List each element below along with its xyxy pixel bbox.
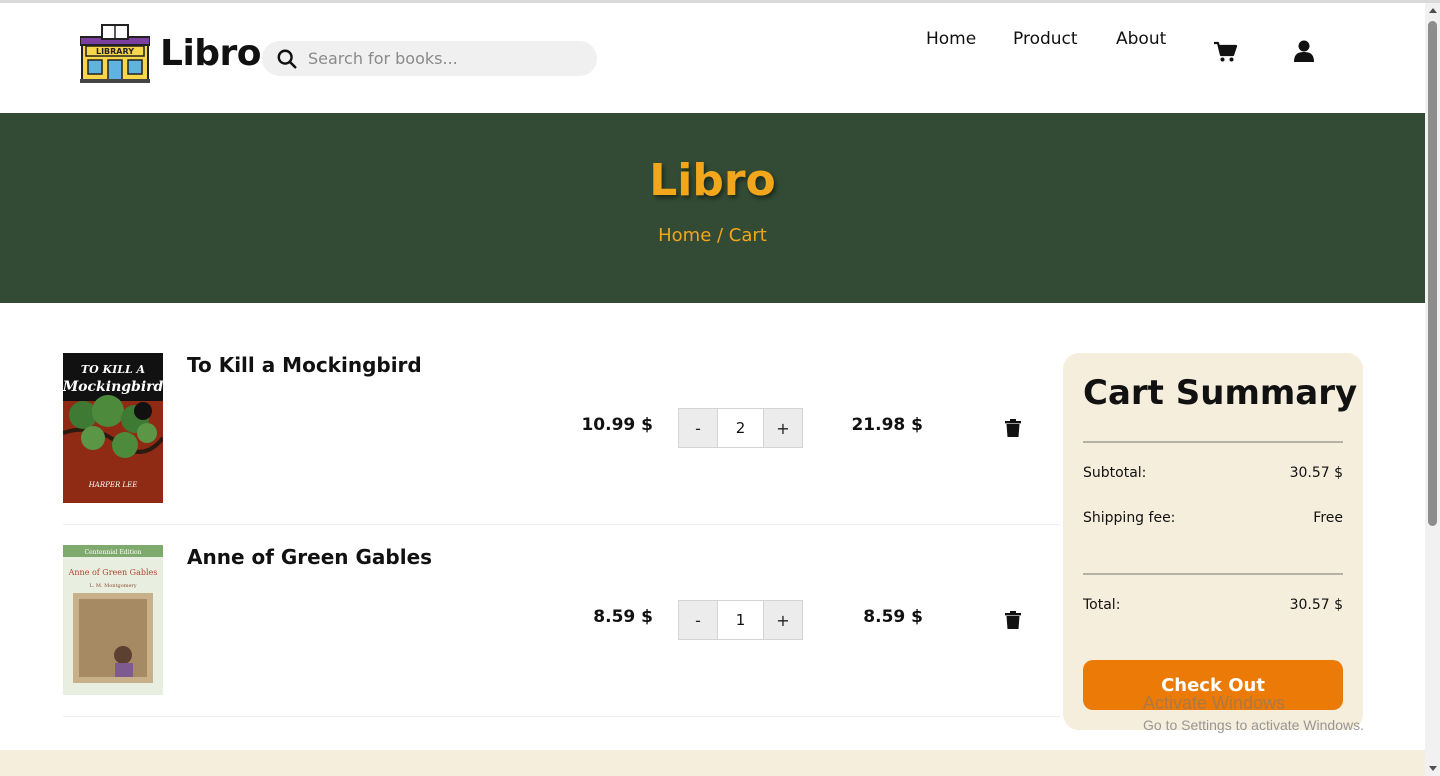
activation-watermark-subtitle: Go to Settings to activate Windows. — [1143, 717, 1364, 733]
total-value: 30.57 $ — [1289, 597, 1343, 613]
nav-about[interactable]: About — [1116, 29, 1166, 49]
search-bar[interactable] — [262, 41, 597, 76]
trash-icon[interactable] — [1005, 419, 1021, 437]
cart-icon[interactable] — [1213, 41, 1237, 63]
user-icon[interactable] — [1294, 40, 1314, 62]
logo-text: Libro — [160, 32, 262, 74]
cover-line2: Anne of Green Gables — [68, 568, 158, 577]
cart-summary: Cart Summary Subtotal: 30.57 $ Shipping … — [1063, 353, 1363, 730]
item-title[interactable]: Anne of Green Gables — [187, 545, 432, 569]
increase-quantity-button[interactable]: + — [763, 600, 803, 640]
breadcrumb-separator: / — [711, 225, 729, 246]
quantity-stepper: - 1 + — [678, 600, 803, 640]
book-cover-mockingbird[interactable]: TO KILL A Mockingbird HARPER LEE — [63, 353, 163, 503]
cart-item: Centennial Edition Anne of Green Gables … — [63, 525, 1060, 717]
item-total: 8.59 $ — [863, 607, 923, 627]
cover-line2: Mockingbird — [63, 379, 163, 395]
nav-home[interactable]: Home — [926, 29, 976, 49]
cover-line1: Centennial Edition — [85, 549, 142, 556]
scroll-up-arrow-icon[interactable] — [1429, 8, 1437, 13]
increase-quantity-button[interactable]: + — [763, 408, 803, 448]
total-label: Total: — [1083, 597, 1121, 613]
library-logo-icon: LIBRARY — [80, 24, 150, 83]
quantity-stepper: - 2 + — [678, 408, 803, 448]
cover-author: HARPER LEE — [88, 481, 138, 489]
scroll-down-arrow-icon[interactable] — [1429, 766, 1437, 771]
search-icon — [277, 49, 297, 69]
quantity-input[interactable]: 2 — [718, 408, 763, 448]
trash-icon[interactable] — [1005, 611, 1021, 629]
hero-title: Libro — [649, 155, 776, 206]
quantity-input[interactable]: 1 — [718, 600, 763, 640]
decrease-quantity-button[interactable]: - — [678, 600, 718, 640]
shipping-label: Shipping fee: — [1083, 510, 1176, 526]
nav-product[interactable]: Product — [1013, 29, 1078, 49]
divider — [1083, 441, 1343, 443]
item-title[interactable]: To Kill a Mockingbird — [187, 353, 422, 377]
logo[interactable]: LIBRARY Libro — [80, 23, 262, 83]
cart-item: TO KILL A Mockingbird HARPER LEE To Kill… — [63, 333, 1060, 525]
book-cover-anne[interactable]: Centennial Edition Anne of Green Gables … — [63, 545, 163, 695]
site-header: LIBRARY Libro Home Product About — [0, 3, 1425, 113]
shipping-value: Free — [1313, 510, 1343, 526]
activation-watermark-title: Activate Windows — [1143, 693, 1286, 713]
shipping-row: Shipping fee: Free — [1083, 510, 1343, 526]
page-hero: Libro Home / Cart — [0, 113, 1425, 303]
divider — [1083, 573, 1343, 575]
page-scrollbar[interactable] — [1425, 3, 1440, 776]
subtotal-value: 30.57 $ — [1289, 465, 1343, 481]
breadcrumb-current: Cart — [728, 225, 767, 246]
breadcrumb-home[interactable]: Home — [658, 225, 711, 246]
cover-line1: TO KILL A — [81, 363, 146, 376]
subtotal-row: Subtotal: 30.57 $ — [1083, 465, 1343, 481]
breadcrumb: Home / Cart — [0, 225, 1425, 246]
logo-sign-text: LIBRARY — [96, 47, 134, 56]
decrease-quantity-button[interactable]: - — [678, 408, 718, 448]
total-row: Total: 30.57 $ — [1083, 597, 1343, 613]
item-price: 10.99 $ — [581, 415, 653, 435]
search-input[interactable] — [308, 49, 578, 68]
summary-title: Cart Summary — [1083, 373, 1358, 413]
footer — [0, 750, 1425, 776]
cover-author: L. M. Montgomery — [89, 583, 136, 589]
item-total: 21.98 $ — [851, 415, 923, 435]
item-price: 8.59 $ — [593, 607, 653, 627]
subtotal-label: Subtotal: — [1083, 465, 1147, 481]
scroll-thumb[interactable] — [1428, 21, 1437, 526]
